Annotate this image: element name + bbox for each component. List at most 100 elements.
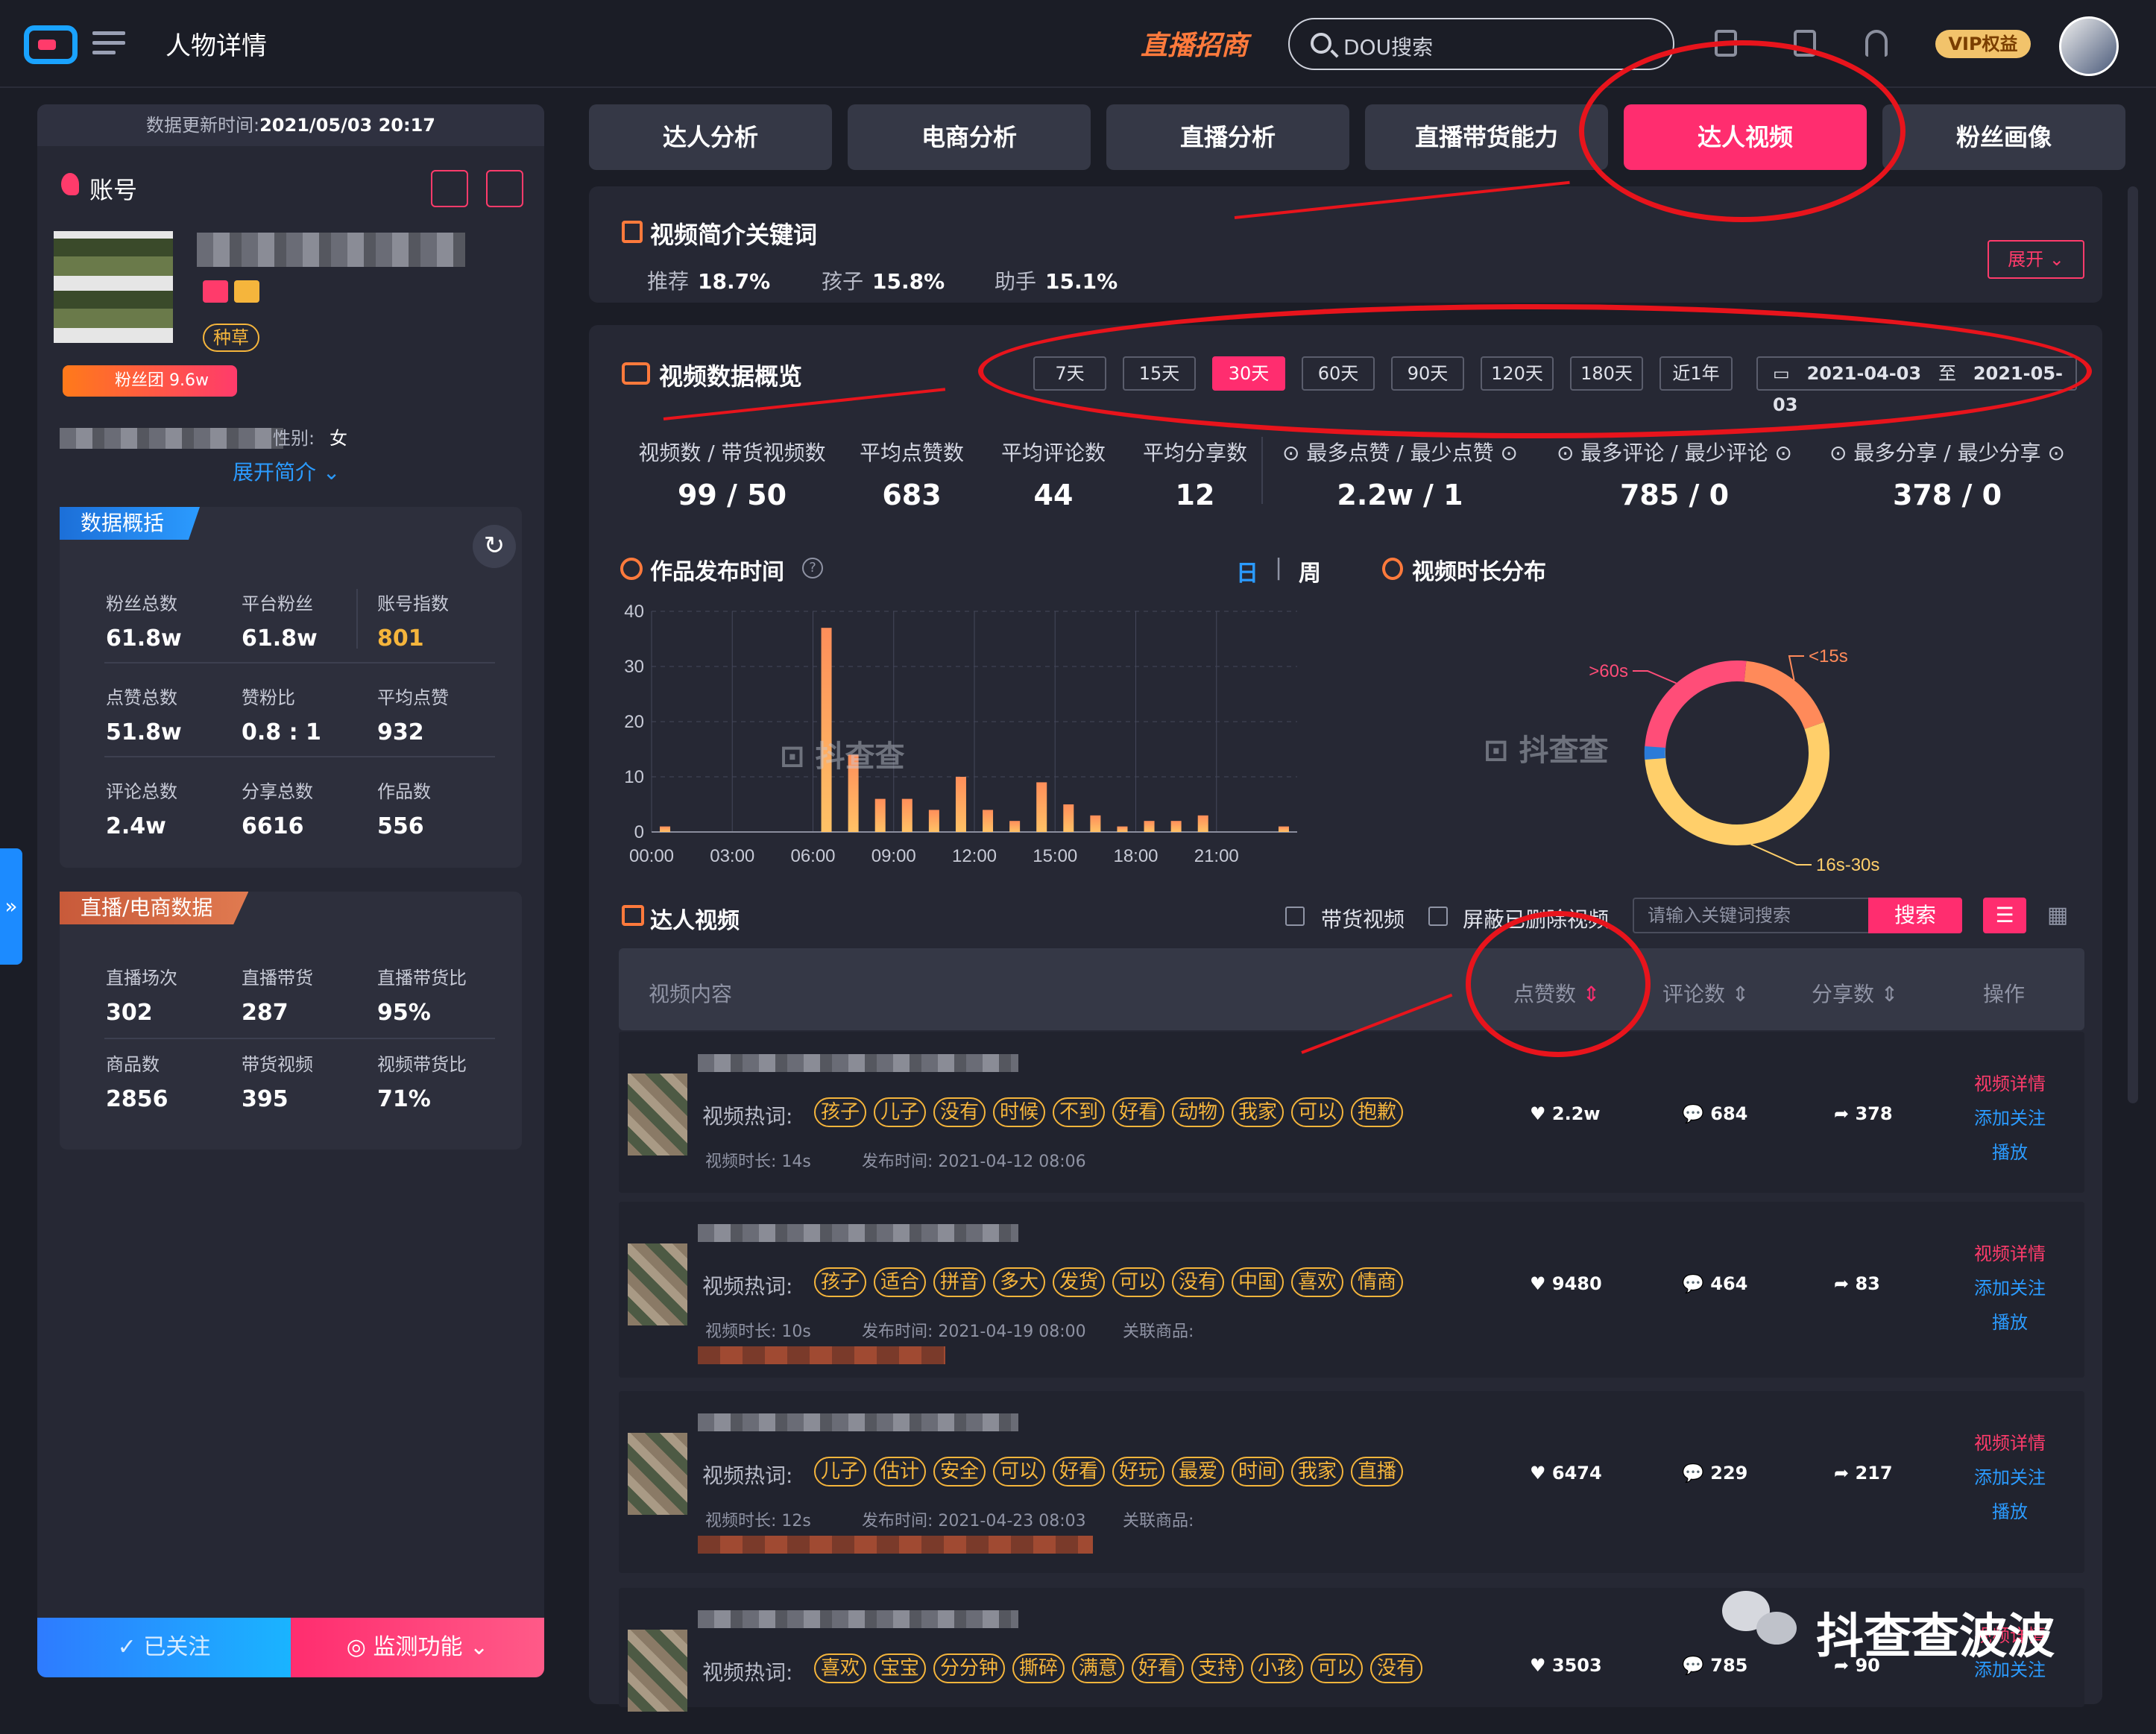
hot-word-tag[interactable]: 好看 (1112, 1097, 1164, 1127)
hot-word-tag[interactable]: 没有 (933, 1097, 986, 1127)
video-title[interactable] (698, 1610, 1018, 1628)
hot-word-tag[interactable]: 没有 (1172, 1267, 1224, 1297)
hot-word-tag[interactable]: 时候 (993, 1097, 1045, 1127)
hot-word-tag[interactable]: 分分钟 (933, 1653, 1005, 1683)
hide-deleted-checkbox[interactable] (1428, 907, 1448, 926)
video-detail-link[interactable]: 视频详情 (1958, 1069, 2062, 1095)
hot-word-tag[interactable]: 满意 (1072, 1653, 1124, 1683)
expand-button[interactable]: 展开 ⌄ (1988, 240, 2084, 279)
hot-word-tag[interactable]: 多大 (993, 1267, 1045, 1297)
hot-word-tag[interactable]: 喜欢 (814, 1653, 866, 1683)
product-thumbnail[interactable] (698, 1536, 1093, 1554)
tab-fan-profile[interactable]: 粉丝画像 (1882, 104, 2125, 170)
hot-word-tag[interactable]: 小孩 (1251, 1653, 1303, 1683)
download-icon[interactable] (431, 170, 468, 207)
add-follow-link[interactable]: 添加关注 (1958, 1103, 2062, 1129)
hot-word-tag[interactable]: 好看 (1132, 1653, 1184, 1683)
video-thumbnail[interactable] (628, 1630, 687, 1712)
hot-word-tag[interactable]: 撕碎 (1012, 1653, 1065, 1683)
stat-max-min-likes[interactable]: ⊙ 最多点赞 / 最少点赞 ⊙ 2.2w / 1 (1281, 437, 1519, 511)
hot-word-tag[interactable]: 孩子 (814, 1267, 866, 1297)
search-input[interactable]: DOU搜索 (1288, 18, 1674, 70)
video-thumbnail[interactable] (628, 1433, 687, 1515)
add-follow-link[interactable]: 添加关注 (1958, 1273, 2062, 1299)
play-link[interactable]: 播放 (1958, 1308, 2062, 1334)
hot-word-tag[interactable]: 好看 (1053, 1457, 1105, 1486)
grid-view-icon[interactable]: ▦ (2040, 898, 2075, 933)
hot-word-tag[interactable]: 拼音 (933, 1267, 986, 1297)
video-title[interactable] (698, 1054, 1018, 1072)
user-avatar[interactable] (2059, 16, 2119, 76)
hot-word-tag[interactable]: 不到 (1053, 1097, 1105, 1127)
video-title[interactable] (698, 1413, 1018, 1431)
x-tick-label: 21:00 (1194, 846, 1239, 866)
hot-word-tag[interactable]: 儿子 (874, 1097, 926, 1127)
hot-word-tag[interactable]: 动物 (1172, 1097, 1224, 1127)
highlight-circle (978, 304, 2092, 438)
tab-ecommerce-analysis[interactable]: 电商分析 (848, 104, 1091, 170)
play-link[interactable]: 播放 (1958, 1497, 2062, 1523)
col-comments-sort[interactable]: 评论数 ⇕ (1662, 978, 1749, 1008)
hot-word-tag[interactable]: 中国 (1232, 1267, 1284, 1297)
hot-word-tag[interactable]: 抱歉 (1351, 1097, 1403, 1127)
add-follow-link[interactable]: 添加关注 (1958, 1463, 2062, 1489)
col-shares-sort[interactable]: 分享数 ⇕ (1812, 978, 1898, 1008)
search-button[interactable]: 搜索 (1868, 898, 1962, 933)
hot-word-tag[interactable]: 可以 (1311, 1653, 1363, 1683)
hot-word-tag[interactable]: 可以 (1112, 1267, 1164, 1297)
followed-button[interactable]: ✓ 已关注 (37, 1618, 291, 1677)
expand-intro-link[interactable]: 展开简介 ⌄ (233, 456, 340, 486)
x-tick-label: 12:00 (952, 846, 997, 866)
hot-word-tag[interactable]: 发货 (1053, 1267, 1105, 1297)
hot-word-tag[interactable]: 安全 (933, 1457, 986, 1486)
monitor-button[interactable]: ◎ 监测功能 ⌄ (291, 1618, 544, 1677)
video-title[interactable] (698, 1224, 1018, 1242)
store-icon (203, 280, 228, 303)
sidebar-toggle[interactable]: » (0, 848, 22, 965)
keyword-search-input[interactable]: 请输入关键词搜索 (1633, 898, 1870, 933)
video-thumbnail[interactable] (628, 1073, 687, 1156)
menu-icon[interactable] (92, 31, 125, 58)
hot-word-tag[interactable]: 情商 (1351, 1267, 1403, 1297)
hot-word-tag[interactable]: 好玩 (1112, 1457, 1164, 1486)
tab-live-selling-ability[interactable]: 直播带货能力 (1365, 104, 1608, 170)
video-thumbnail[interactable] (628, 1243, 687, 1325)
product-thumbnail[interactable] (698, 1346, 945, 1364)
hot-word-tag[interactable]: 支持 (1191, 1653, 1244, 1683)
hot-word-tag[interactable]: 最爱 (1172, 1457, 1224, 1486)
hot-word-tag[interactable]: 喜欢 (1291, 1267, 1343, 1297)
video-table-header: 视频内容 点赞数 ⇕ 评论数 ⇕ 分享数 ⇕ 操作 (619, 948, 2084, 1030)
help-icon[interactable]: ? (802, 558, 823, 578)
hot-word-tag[interactable]: 适合 (874, 1267, 926, 1297)
share-icon[interactable] (486, 170, 523, 207)
play-link[interactable]: 播放 (1958, 1138, 2062, 1164)
stat-max-min-comments[interactable]: ⊙ 最多评论 / 最少评论 ⊙ 785 / 0 (1555, 437, 1794, 511)
video-detail-link[interactable]: 视频详情 (1958, 1239, 2062, 1265)
video-detail-link[interactable]: 视频详情 (1958, 1428, 2062, 1454)
vip-badge[interactable]: VIP权益 (1935, 30, 2031, 58)
toggle-week[interactable]: 周 (1299, 555, 1321, 587)
hot-word-tag[interactable]: 没有 (1370, 1653, 1422, 1683)
account-name (197, 233, 465, 267)
hot-word-tag[interactable]: 孩子 (814, 1097, 866, 1127)
hot-word-tag[interactable]: 可以 (1291, 1097, 1343, 1127)
refresh-icon[interactable]: ↻ (473, 525, 516, 568)
toggle-day[interactable]: 日 (1236, 555, 1258, 587)
app-logo[interactable] (24, 25, 78, 64)
headset-icon[interactable] (1865, 30, 1888, 57)
hot-word-tag[interactable]: 时间 (1232, 1457, 1284, 1486)
hot-word-tag[interactable]: 我家 (1232, 1097, 1284, 1127)
hot-word-tag[interactable]: 估计 (874, 1457, 926, 1486)
scrollbar[interactable] (2128, 186, 2138, 1103)
hot-word-tag[interactable]: 我家 (1291, 1457, 1343, 1486)
hot-word-tag[interactable]: 儿子 (814, 1457, 866, 1486)
hot-word-tag[interactable]: 直播 (1351, 1457, 1403, 1486)
tab-live-analysis[interactable]: 直播分析 (1106, 104, 1349, 170)
goods-video-checkbox[interactable] (1285, 907, 1305, 926)
live-merchant-link[interactable]: 直播招商 (1141, 24, 1248, 63)
hot-word-tag[interactable]: 可以 (993, 1457, 1045, 1486)
stat-max-min-shares[interactable]: ⊙ 最多分享 / 最少分享 ⊙ 378 / 0 (1828, 437, 2067, 511)
tab-talent-analysis[interactable]: 达人分析 (589, 104, 832, 170)
hot-word-tag[interactable]: 宝宝 (874, 1653, 926, 1683)
list-view-icon[interactable]: ☰ (1983, 898, 2026, 933)
